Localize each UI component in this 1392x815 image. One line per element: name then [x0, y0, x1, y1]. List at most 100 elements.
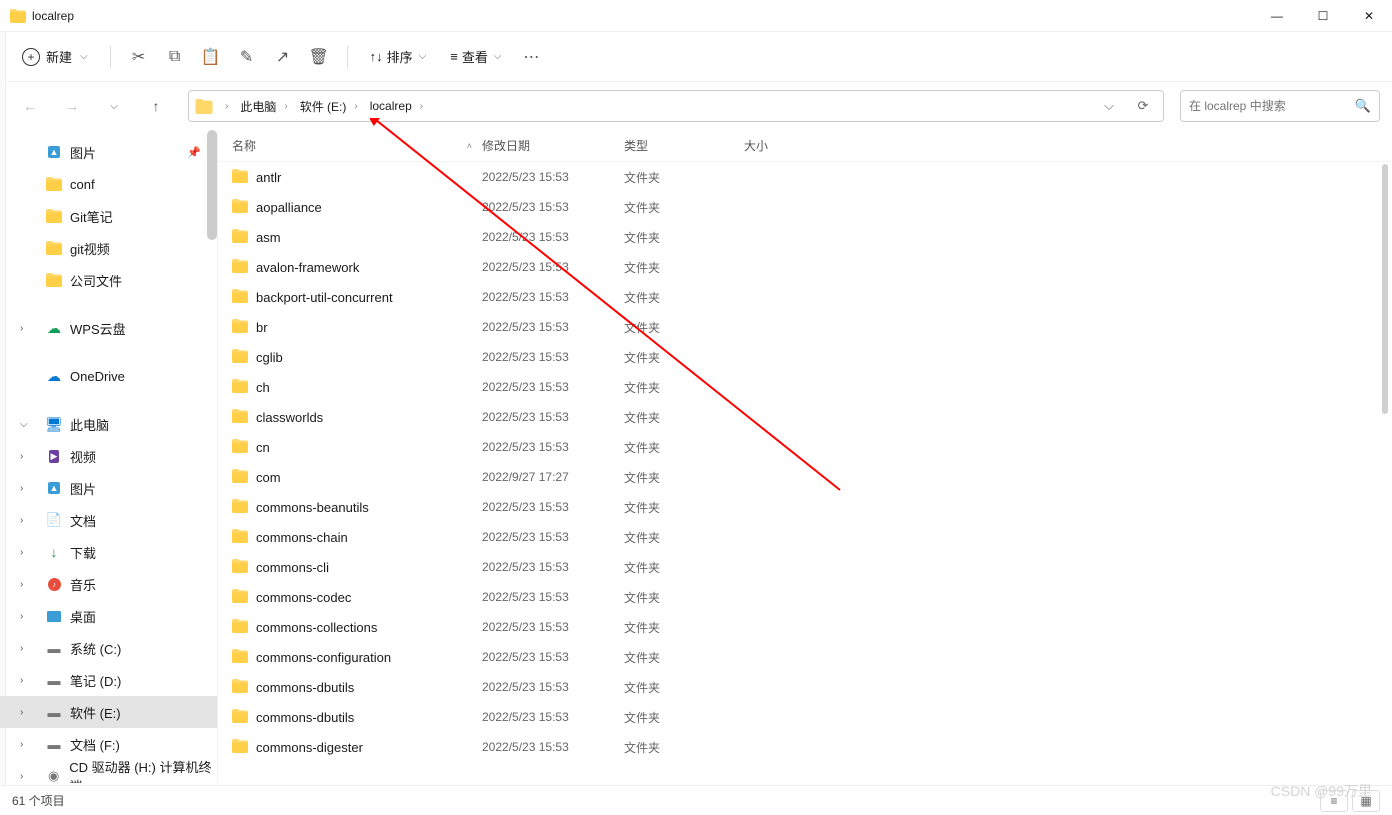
sidebar-drive-item[interactable]: ›桌面 — [0, 600, 217, 632]
refresh-button[interactable]: ⟳ — [1129, 92, 1157, 120]
back-button[interactable]: ← — [12, 88, 48, 124]
rename-button[interactable]: ✎ — [231, 41, 263, 73]
file-date: 2022/5/23 15:53 — [482, 260, 624, 274]
folder-icon — [232, 259, 248, 276]
file-row[interactable]: commons-dbutils2022/5/23 15:53文件夹 — [218, 702, 1392, 732]
item-icon: ▬ — [46, 704, 62, 720]
file-name: commons-codec — [256, 590, 351, 605]
item-icon: ◉ — [46, 768, 61, 783]
search-input[interactable] — [1189, 99, 1355, 113]
file-row[interactable]: br2022/5/23 15:53文件夹 — [218, 312, 1392, 342]
file-type: 文件夹 — [624, 199, 744, 216]
sidebar-drive-item[interactable]: ›📄文档 — [0, 504, 217, 536]
sidebar-label: conf — [70, 177, 95, 192]
file-row[interactable]: cn2022/5/23 15:53文件夹 — [218, 432, 1392, 462]
sidebar-drive-item[interactable]: ›♪音乐 — [0, 568, 217, 600]
delete-button[interactable]: 🗑 — [303, 41, 335, 73]
sidebar-label: 此电脑 — [70, 415, 109, 434]
address-dropdown[interactable]: ⌵ — [1095, 92, 1123, 120]
sidebar-drive-item[interactable]: ›▬系统 (C:) — [0, 632, 217, 664]
file-row[interactable]: commons-configuration2022/5/23 15:53文件夹 — [218, 642, 1392, 672]
sidebar-quick-item[interactable]: ▲图片📌 — [0, 136, 217, 168]
file-row[interactable]: commons-digester2022/5/23 15:53文件夹 — [218, 732, 1392, 762]
folder-icon — [232, 709, 248, 726]
file-row[interactable]: cglib2022/5/23 15:53文件夹 — [218, 342, 1392, 372]
address-bar[interactable]: › 此电脑› 软件 (E:)› localrep› ⌵ ⟳ — [188, 90, 1164, 122]
cloud-icon: ☁ — [46, 320, 62, 336]
sidebar-label: 系统 (C:) — [70, 639, 121, 658]
recent-button[interactable]: ⌵ — [96, 88, 132, 124]
new-label: 新建 — [46, 47, 72, 66]
file-row[interactable]: commons-beanutils2022/5/23 15:53文件夹 — [218, 492, 1392, 522]
file-row[interactable]: commons-cli2022/5/23 15:53文件夹 — [218, 552, 1392, 582]
sidebar-onedrive[interactable]: ☁OneDrive — [0, 360, 217, 392]
file-row[interactable]: classworlds2022/5/23 15:53文件夹 — [218, 402, 1392, 432]
folder-icon — [10, 8, 26, 24]
sidebar-quick-item[interactable]: 公司文件 — [0, 264, 217, 296]
view-button[interactable]: ≡ 查看 ⌵ — [440, 41, 511, 72]
file-row[interactable]: commons-collections2022/5/23 15:53文件夹 — [218, 612, 1392, 642]
column-date[interactable]: 修改日期 — [482, 137, 624, 154]
column-name[interactable]: 名称˄ — [232, 137, 482, 154]
copy-button[interactable]: ⧉ — [159, 41, 191, 73]
breadcrumb-item[interactable]: 软件 (E:)› — [296, 96, 362, 117]
file-row[interactable]: com2022/9/27 17:27文件夹 — [218, 462, 1392, 492]
minimize-button[interactable]: — — [1254, 0, 1300, 31]
sidebar-drive-item[interactable]: ›▬文档 (F:) — [0, 728, 217, 760]
file-row[interactable]: avalon-framework2022/5/23 15:53文件夹 — [218, 252, 1392, 282]
chevron-down-icon: ⌵ — [494, 51, 502, 62]
sidebar-quick-item[interactable]: conf — [0, 168, 217, 200]
forward-button[interactable]: → — [54, 88, 90, 124]
sidebar-drive-item[interactable]: ›◉CD 驱动器 (H:) 计算机终端 — [0, 760, 217, 783]
folder-icon — [232, 289, 248, 306]
plus-icon: + — [22, 48, 40, 66]
share-button[interactable]: ↗ — [267, 41, 299, 73]
folder-icon — [232, 319, 248, 336]
file-row[interactable]: asm2022/5/23 15:53文件夹 — [218, 222, 1392, 252]
file-row[interactable]: backport-util-concurrent2022/5/23 15:53文… — [218, 282, 1392, 312]
sidebar-quick-item[interactable]: git视频 — [0, 232, 217, 264]
file-row[interactable]: aopalliance2022/5/23 15:53文件夹 — [218, 192, 1392, 222]
file-row[interactable]: antlr2022/5/23 15:53文件夹 — [218, 162, 1392, 192]
file-name: aopalliance — [256, 200, 322, 215]
sidebar-drive-item[interactable]: ›▲图片 — [0, 472, 217, 504]
more-button[interactable]: ⋯ — [515, 41, 547, 73]
sidebar-quick-item[interactable]: Git笔记 — [0, 200, 217, 232]
file-date: 2022/5/23 15:53 — [482, 290, 624, 304]
file-row[interactable]: commons-codec2022/5/23 15:53文件夹 — [218, 582, 1392, 612]
file-type: 文件夹 — [624, 229, 744, 246]
sidebar-label: 图片 — [70, 143, 96, 162]
item-count: 61 个项目 — [12, 792, 65, 809]
sidebar-wps[interactable]: ›☁WPS云盘 — [0, 312, 217, 344]
sidebar-label: 文档 (F:) — [70, 735, 120, 754]
folder-icon — [232, 529, 248, 546]
file-row[interactable]: ch2022/5/23 15:53文件夹 — [218, 372, 1392, 402]
view-label: 查看 — [462, 47, 488, 66]
file-scrollbar[interactable] — [1382, 164, 1388, 414]
cut-button[interactable]: ✂ — [123, 41, 155, 73]
file-row[interactable]: commons-dbutils2022/5/23 15:53文件夹 — [218, 672, 1392, 702]
sidebar-drive-item[interactable]: ›▶视频 — [0, 440, 217, 472]
sort-button[interactable]: ↑↓ 排序 ⌵ — [360, 41, 437, 72]
breadcrumb-item[interactable]: 此电脑› — [236, 96, 291, 117]
column-type[interactable]: 类型 — [624, 137, 744, 154]
maximize-button[interactable]: ☐ — [1300, 0, 1346, 31]
up-button[interactable]: ↑ — [138, 88, 174, 124]
file-pane: 名称˄ 修改日期 类型 大小 antlr2022/5/23 15:53文件夹ao… — [218, 130, 1392, 783]
file-type: 文件夹 — [624, 349, 744, 366]
file-row[interactable]: commons-chain2022/5/23 15:53文件夹 — [218, 522, 1392, 552]
paste-button[interactable]: 📋 — [195, 41, 227, 73]
chevron-down-icon: ⌵ — [20, 419, 28, 430]
sidebar-thispc[interactable]: ⌵🖥此电脑 — [0, 408, 217, 440]
sidebar-drive-item[interactable]: ›▬笔记 (D:) — [0, 664, 217, 696]
file-date: 2022/5/23 15:53 — [482, 560, 624, 574]
folder-icon — [232, 589, 248, 606]
column-size[interactable]: 大小 — [744, 137, 824, 154]
sidebar-drive-item[interactable]: ›▬软件 (E:) — [0, 696, 217, 728]
close-button[interactable]: ✕ — [1346, 0, 1392, 31]
sidebar-drive-item[interactable]: ›↓下载 — [0, 536, 217, 568]
new-button[interactable]: + 新建 ⌵ — [12, 41, 98, 72]
search-box[interactable]: 🔍 — [1180, 90, 1380, 122]
breadcrumb-item[interactable]: localrep› — [366, 97, 427, 115]
folder-icon — [232, 619, 248, 636]
